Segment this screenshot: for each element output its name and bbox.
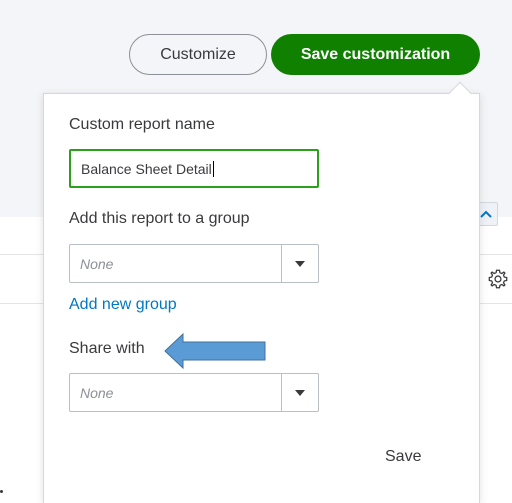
chevron-up-icon xyxy=(480,210,492,218)
add-new-group-link[interactable]: Add new group xyxy=(69,296,177,314)
gear-icon xyxy=(488,269,508,289)
group-select-value: None xyxy=(80,255,114,272)
annotation-arrow xyxy=(164,333,266,369)
text-cursor xyxy=(212,160,214,177)
group-label: Add this report to a group xyxy=(69,210,250,227)
customize-button[interactable]: Customize xyxy=(129,34,267,75)
report-name-label: Custom report name xyxy=(69,116,215,133)
group-select-toggle[interactable] xyxy=(281,245,318,282)
report-name-value: Balance Sheet Detail xyxy=(81,160,212,177)
dropdown-arrow-icon xyxy=(295,389,305,396)
settings-gear-button[interactable] xyxy=(486,267,510,291)
save-button[interactable]: Save xyxy=(385,448,421,466)
share-with-select[interactable]: None xyxy=(69,373,319,412)
dropdown-arrow-icon xyxy=(295,260,305,267)
share-with-select-toggle[interactable] xyxy=(281,374,318,411)
report-name-input[interactable]: Balance Sheet Detail xyxy=(69,149,319,188)
share-with-label: Share with xyxy=(69,340,145,357)
group-select[interactable]: None xyxy=(69,244,319,283)
save-customization-button[interactable]: Save customization xyxy=(271,34,480,75)
background-dot xyxy=(0,490,3,493)
share-with-select-value: None xyxy=(80,384,114,401)
